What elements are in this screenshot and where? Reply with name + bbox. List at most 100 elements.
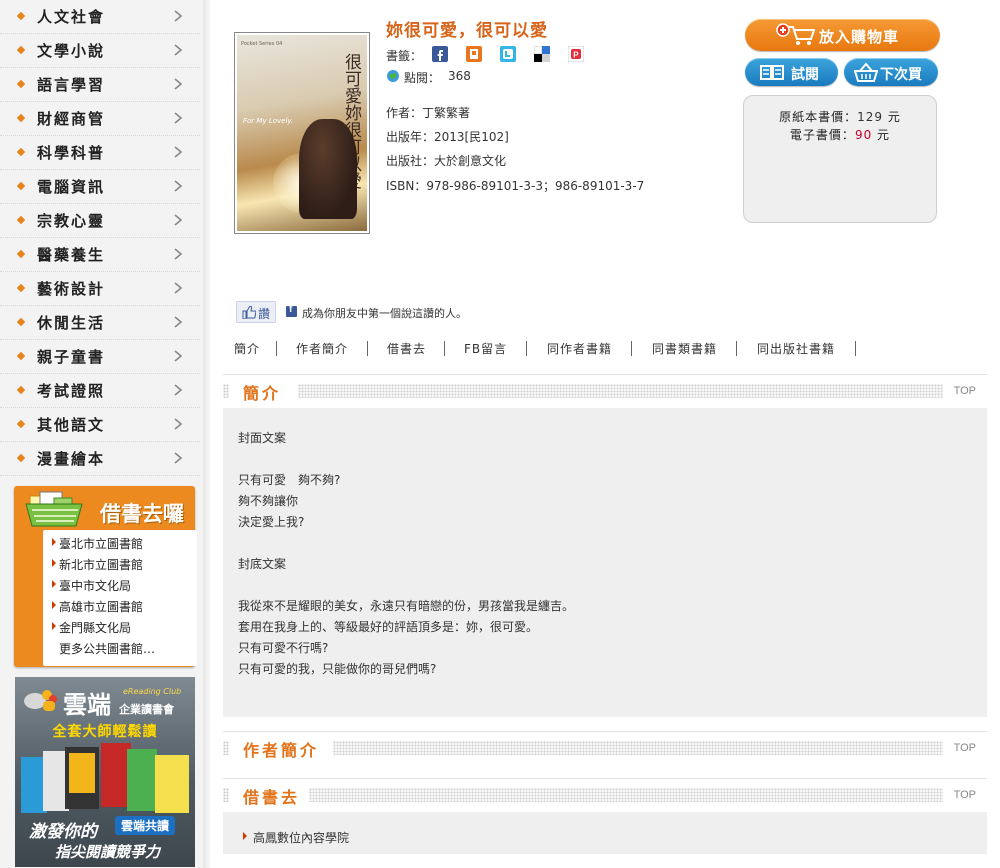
intro-text-line: 夠不夠讓你 <box>238 494 299 508</box>
sidebar-category-label: 親子童書 <box>37 348 106 366</box>
chevron-right-icon <box>174 180 183 192</box>
buy-later-button[interactable]: 下次買 <box>844 58 938 86</box>
delicious-share-icon[interactable] <box>534 46 550 62</box>
bullet-icon <box>16 385 26 395</box>
tab-separator <box>276 341 277 356</box>
sidebar-category-item[interactable]: 電腦資訊 <box>0 170 200 204</box>
section-marker <box>223 741 229 755</box>
promo-slogan-2: 指尖閱讀競爭力 <box>55 843 161 861</box>
shopping-basket-icon <box>25 491 83 527</box>
arrow-right-icon <box>243 832 247 840</box>
like-label: 讚 <box>258 307 271 321</box>
tab-borrow[interactable]: 借書去 <box>387 340 426 357</box>
buy-later-label: 下次買 <box>880 67 922 83</box>
tab-same-publisher[interactable]: 同出版社書籍 <box>757 340 835 357</box>
facebook-icon: f <box>286 304 297 317</box>
bookmark-row: 書籤： <box>386 47 422 64</box>
library-more-label: 更多公共圖書館… <box>59 642 156 656</box>
chevron-right-icon <box>174 112 183 124</box>
tab-author-intro[interactable]: 作者簡介 <box>296 340 348 357</box>
back-to-top-link[interactable]: TOP <box>954 742 976 754</box>
sidebar-edge <box>203 0 210 868</box>
sidebar-category-label: 藝術設計 <box>37 280 106 298</box>
pixnet-share-icon[interactable]: P <box>568 46 584 62</box>
sidebar-category-label: 電腦資訊 <box>37 178 106 196</box>
bookmark-label: 書籤： <box>386 49 423 63</box>
bullet-icon <box>16 351 26 361</box>
bullet-icon <box>16 283 26 293</box>
back-to-top-link[interactable]: TOP <box>954 789 976 801</box>
sidebar-category-item[interactable]: 醫藥養生 <box>0 238 200 272</box>
sidebar-category-label: 文學小說 <box>37 42 106 60</box>
chevron-right-icon <box>174 282 183 294</box>
sidebar-category-item[interactable]: 藝術設計 <box>0 272 200 306</box>
book-title: 妳很可愛，很可以愛 <box>386 21 548 41</box>
book-cover[interactable]: Pocket Series 04 很可愛妳很可以愛 For My Lovely. <box>234 32 370 234</box>
back-to-top-link[interactable]: TOP <box>954 385 976 397</box>
tab-same-author[interactable]: 同作者書籍 <box>547 340 612 357</box>
price-box: 原紙本書價：129 元 電子書價：90 元 <box>743 95 937 223</box>
intro-section-body: 封面文案 只有可愛 夠不夠? 夠不夠讓你 決定愛上我? 封底文案 我從來不是耀眼的美女，永… <box>223 408 987 717</box>
promo-cta[interactable]: 雲端共讀 <box>115 816 176 835</box>
sidebar-category-item[interactable]: 宗教心靈 <box>0 204 200 238</box>
facebook-like-button[interactable]: 讚 <box>236 301 276 323</box>
tab-same-category[interactable]: 同書類書籍 <box>652 340 717 357</box>
borrow-library-link[interactable]: 高鳳數位內容學院 <box>243 829 349 846</box>
library-link[interactable]: 高雄市立圖書館 <box>52 598 143 615</box>
sidebar-category-label: 考試證照 <box>37 382 106 400</box>
borrow-section-body: 高鳳數位內容學院 <box>223 812 987 854</box>
sidebar-category-item[interactable]: 人文社會 <box>0 0 200 34</box>
library-link[interactable]: 金門縣文化局 <box>52 619 131 636</box>
library-link[interactable]: 新北市立圖書館 <box>52 556 144 573</box>
sidebar-category-item[interactable]: 休閒生活 <box>0 306 200 340</box>
author-section-header: 作者簡介 TOP <box>223 731 987 762</box>
add-to-cart-button[interactable]: 放入購物車 <box>745 19 940 51</box>
chevron-right-icon <box>174 248 183 260</box>
intro-text-line: 封底文案 <box>238 557 287 571</box>
bullet-icon <box>16 215 26 225</box>
facebook-share-icon[interactable] <box>432 46 448 62</box>
arrow-right-icon <box>52 601 56 609</box>
sidebar-category-item[interactable]: 親子童書 <box>0 340 200 374</box>
tab-fb-comments[interactable]: FB留言 <box>464 340 507 357</box>
author-value[interactable]: 丁繁繁著 <box>422 106 470 120</box>
chevron-right-icon <box>174 146 183 158</box>
arrow-right-icon <box>52 538 56 546</box>
ereading-club-banner[interactable]: 雲端 eReading Club 企業讀書會 全套大師輕鬆讀 激發你的 雲端共讀… <box>15 677 195 867</box>
globe-icon <box>387 70 399 82</box>
sidebar-category-item[interactable]: 考試證照 <box>0 374 200 408</box>
intro-text-line: 決定愛上我? <box>238 515 305 529</box>
bullet-icon <box>16 79 26 89</box>
year-label: 出版年： <box>386 130 435 144</box>
chevron-right-icon <box>174 10 183 22</box>
section-marker <box>223 384 229 398</box>
promo-slogan-1: 激發你的 <box>29 822 97 842</box>
sidebar-category-item[interactable]: 其他語文 <box>0 408 200 442</box>
publisher-label: 出版社： <box>386 154 435 168</box>
sidebar-category-item[interactable]: 財經商管 <box>0 102 200 136</box>
cloud-people-icon <box>24 690 57 711</box>
isbn-row: ISBN：978-986-89101-3-3；986-89101-3-7 <box>386 177 644 194</box>
intro-text-line: 套用在我身上的、等級最好的評語頂多是：妳，很可愛。 <box>238 620 539 634</box>
library-link-label: 新北市立圖書館 <box>59 558 144 572</box>
sidebar-category-item[interactable]: 語言學習 <box>0 68 200 102</box>
plurk-share-icon[interactable] <box>466 46 482 62</box>
intro-text-line: 只有可愛不行嗎? <box>238 641 329 655</box>
sidebar-category-item[interactable]: 文學小說 <box>0 34 200 68</box>
arrow-right-icon <box>52 622 56 630</box>
tab-separator <box>736 341 737 356</box>
publisher-value[interactable]: 大於創意文化 <box>434 154 506 168</box>
library-list: 臺北市立圖書館 新北市立圖書館 臺中市文化局 高雄市立圖書館 金門縣文化局 更多… <box>43 530 197 666</box>
sidebar-category-item[interactable]: 漫畫繪本 <box>0 442 200 476</box>
section-marker <box>223 788 229 802</box>
paper-price-unit: 元 <box>887 110 901 124</box>
library-more-link[interactable]: 更多公共圖書館… <box>59 640 155 657</box>
preview-button[interactable]: 試閱 <box>745 58 838 86</box>
like-count-text: 成為你朋友中第一個說這讚的人。 <box>302 307 467 320</box>
tab-intro[interactable]: 簡介 <box>234 340 260 357</box>
library-link[interactable]: 臺北市立圖書館 <box>52 535 143 552</box>
sidebar-category-item[interactable]: 科學科普 <box>0 136 200 170</box>
twitter-share-icon[interactable] <box>500 46 516 62</box>
cover-series-text: Pocket Series 04 <box>241 41 283 47</box>
library-link[interactable]: 臺中市文化局 <box>52 577 131 594</box>
